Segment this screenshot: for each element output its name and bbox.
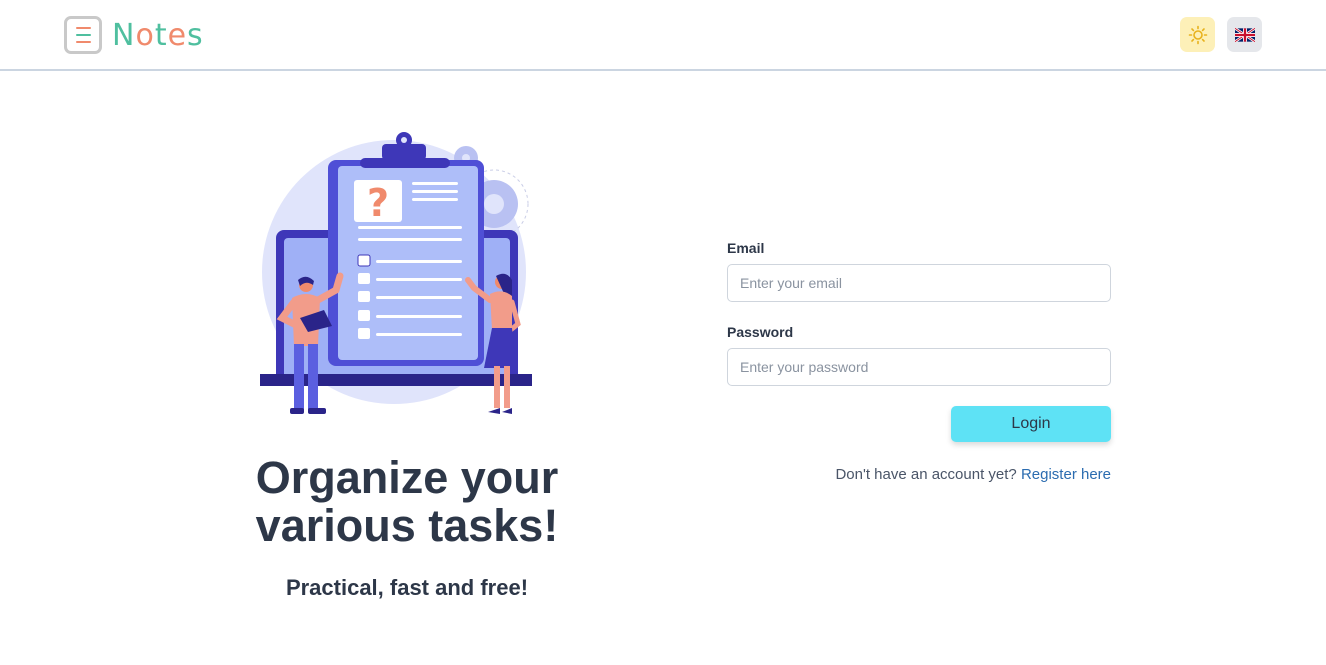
sun-icon: [1188, 25, 1207, 44]
hero-headline-line1: Organize your: [255, 452, 559, 503]
uk-flag-icon: [1234, 27, 1255, 42]
register-prompt-text: Don't have an account yet?: [835, 466, 1017, 483]
hero-headline: Organize your various tasks!: [200, 454, 614, 550]
app-name: Notes: [112, 17, 204, 53]
hero-headline-line2: various tasks!: [255, 500, 559, 551]
clipboard-checklist-illustration: ?: [260, 132, 532, 414]
hero-subheadline: Practical, fast and free!: [285, 575, 529, 600]
language-button[interactable]: [1227, 17, 1262, 52]
top-navbar: Notes: [0, 0, 1326, 71]
email-label: Email: [727, 240, 765, 256]
svg-text:?: ?: [367, 181, 389, 225]
login-button[interactable]: Login: [951, 406, 1111, 442]
app-logo[interactable]: Notes: [64, 16, 204, 54]
login-form: Email Password Login Don't have an accou…: [727, 240, 1111, 483]
register-prompt-row: Don't have an account yet? Register here: [727, 466, 1111, 483]
email-field[interactable]: [727, 264, 1111, 302]
password-label: Password: [727, 324, 794, 340]
register-link[interactable]: Register here: [1021, 466, 1111, 483]
login-row: Login: [727, 406, 1111, 442]
notes-logo-icon: [64, 16, 102, 54]
theme-toggle-button[interactable]: [1180, 17, 1215, 52]
password-field[interactable]: [727, 348, 1111, 386]
